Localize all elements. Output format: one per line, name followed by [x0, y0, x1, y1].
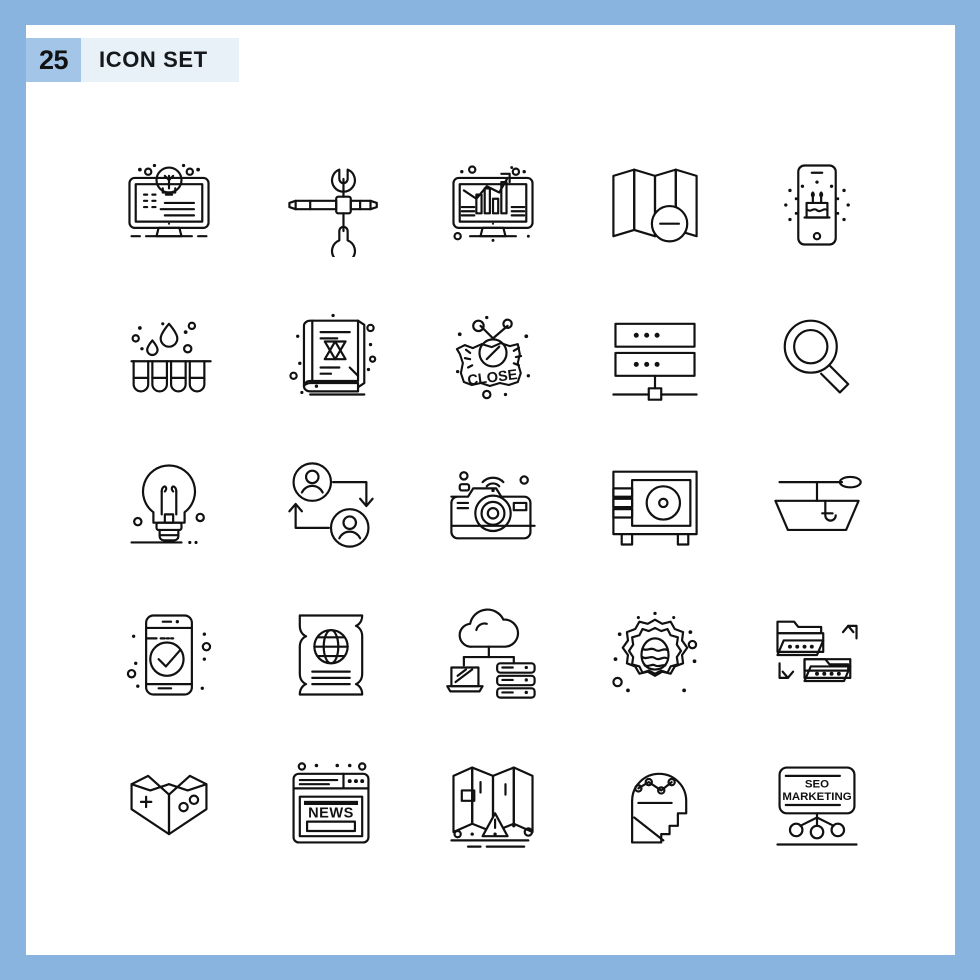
icon-cell-8[interactable]: CLOSE	[412, 280, 574, 430]
lightbulb-idea-icon	[130, 464, 205, 544]
globe-ticket-icon	[298, 614, 364, 696]
mobile-birthday-cake-icon	[784, 164, 850, 246]
user-exchange-icon	[288, 462, 374, 548]
icon-cell-6[interactable]	[88, 280, 250, 430]
icon-cell-15[interactable]	[736, 430, 898, 580]
icon-cell-5[interactable]	[736, 130, 898, 280]
icon-cell-18[interactable]	[412, 580, 574, 730]
icon-cell-9[interactable]	[574, 280, 736, 430]
monitor-lightbulb-icon	[128, 163, 210, 238]
icon-cell-17[interactable]	[250, 580, 412, 730]
seo-marketing-card-icon: SEO MARKETING	[776, 766, 858, 846]
fishing-boat-icon	[774, 475, 862, 532]
wifi-camera-icon	[450, 471, 536, 540]
icon-cell-19[interactable]	[574, 580, 736, 730]
icon-cell-1[interactable]	[88, 130, 250, 280]
icon-cell-13[interactable]	[412, 430, 574, 580]
icon-cell-14[interactable]	[574, 430, 736, 580]
icon-cell-20[interactable]	[736, 580, 898, 730]
page-title: ICON SET	[99, 47, 208, 72]
folder-transfer-icon	[776, 620, 858, 683]
icon-cell-16[interactable]	[88, 580, 250, 730]
icon-cell-25[interactable]: SEO MARKETING	[736, 730, 898, 880]
icon-cell-4[interactable]	[574, 130, 736, 280]
icon-cell-12[interactable]	[250, 430, 412, 580]
icon-cell-11[interactable]	[88, 430, 250, 580]
map-warning-icon	[450, 766, 534, 848]
icon-grid: CLOSE NEWS SEO MARKETING	[88, 130, 898, 880]
close-sign-icon: CLOSE	[455, 315, 531, 400]
icon-set-canvas: 25 ICON SET CLOSE NEWS SEO MARKETING	[26, 25, 955, 955]
seo-label-line1: SEO	[805, 778, 829, 790]
easter-egg-badge-icon	[612, 611, 698, 693]
icon-cell-2[interactable]	[250, 130, 412, 280]
close-label: CLOSE	[467, 367, 519, 389]
news-browser-icon: NEWS	[292, 762, 370, 844]
magnifier-search-icon	[783, 319, 850, 394]
header-badge: 25 ICON SET	[26, 38, 239, 82]
icon-cell-23[interactable]	[412, 730, 574, 880]
torah-book-star-icon	[289, 313, 377, 396]
icon-cell-24[interactable]	[574, 730, 736, 880]
icon-count: 25	[26, 38, 81, 82]
news-label: NEWS	[308, 805, 354, 821]
mobile-checkmark-icon	[126, 614, 212, 696]
icon-cell-22[interactable]: NEWS	[250, 730, 412, 880]
icon-cell-3[interactable]	[412, 130, 574, 280]
monitor-growth-chart-icon	[452, 165, 534, 242]
server-network-icon	[612, 322, 698, 401]
head-analytics-icon	[631, 772, 688, 844]
cloud-computing-icon	[446, 608, 536, 699]
wrench-screwdriver-icon	[288, 168, 378, 257]
icon-cell-10[interactable]	[736, 280, 898, 430]
seo-label-line2: MARKETING	[782, 791, 851, 803]
gamepad-heart-icon	[130, 774, 208, 836]
icon-cell-21[interactable]	[88, 730, 250, 880]
test-tubes-drops-icon	[130, 321, 212, 393]
map-minus-icon	[612, 168, 698, 243]
icon-cell-7[interactable]	[250, 280, 412, 430]
safe-vault-icon	[612, 470, 698, 546]
